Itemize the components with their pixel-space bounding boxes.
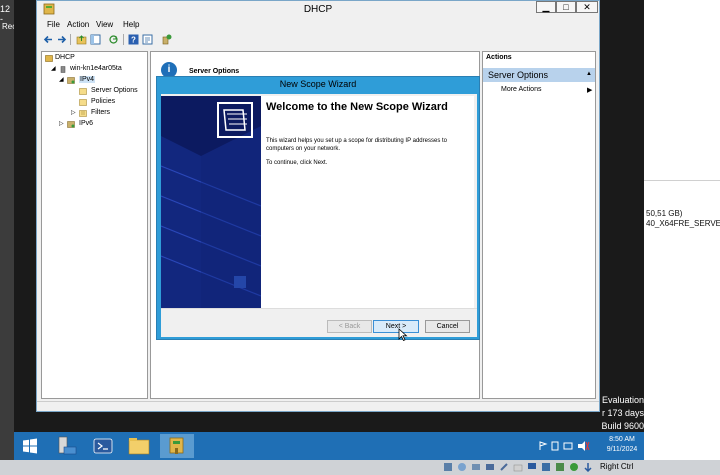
vm-audio-icon[interactable] <box>471 462 481 472</box>
server-options-heading: Server Options <box>189 68 240 75</box>
server-options-icon <box>79 88 87 95</box>
menu-view[interactable]: View <box>96 20 113 29</box>
window-titlebar[interactable]: DHCP ▁ □ ✕ <box>37 1 599 18</box>
up-folder-icon[interactable] <box>76 34 87 45</box>
folder-icon <box>128 438 150 455</box>
collapse-up-icon[interactable]: ▲ <box>586 71 592 77</box>
tree-item-server[interactable]: win-kn1e4ar05ta <box>70 65 122 72</box>
host-key-label: Right Ctrl <box>600 462 634 471</box>
wizard-body: Welcome to the New Scope Wizard This wiz… <box>161 94 477 341</box>
mouse-cursor-icon <box>398 328 408 341</box>
clock-date[interactable]: 9/11/2024 <box>602 446 642 453</box>
wizard-banner <box>161 96 261 308</box>
more-actions-item[interactable]: More Actions <box>501 86 541 93</box>
vm-recording-icon[interactable] <box>541 462 551 472</box>
vm-cpu-icon[interactable] <box>555 462 565 472</box>
taskbar-powershell[interactable] <box>86 434 120 458</box>
taskbar-dhcp[interactable] <box>160 434 194 458</box>
host-right-panel: 50,51 GB) 40_X64FRE_SERVER_ <box>644 0 720 460</box>
taskbar-server-manager[interactable] <box>50 434 84 458</box>
menu-help[interactable]: Help <box>123 20 139 29</box>
vm-guest-additions-icon[interactable] <box>569 462 579 472</box>
actions-header: Actions <box>486 54 512 61</box>
wizard-content: Welcome to the New Scope Wizard This wiz… <box>261 96 474 308</box>
window-title: DHCP <box>303 4 333 15</box>
tree-item-server-options[interactable]: Server Options <box>91 87 138 94</box>
actions-section-label: Server Options <box>488 70 549 80</box>
status-bar <box>37 401 599 411</box>
toolbar: ? <box>37 33 599 47</box>
wizard-continue-text: To continue, click Next. <box>266 160 328 166</box>
forward-arrow-icon[interactable] <box>56 34 67 45</box>
add-server-icon[interactable] <box>161 34 172 45</box>
evaluation-line-3: Build 9600 <box>601 421 644 431</box>
tree-item-dhcp[interactable]: DHCP <box>55 54 75 61</box>
dhcp-taskbar-icon <box>169 437 184 454</box>
vm-disk-icon[interactable] <box>443 462 453 472</box>
vm-display-icon[interactable] <box>527 462 537 472</box>
actions-pane: Actions Server Options ▲ More Actions ▶ <box>482 51 596 399</box>
wizard-banner-graphic <box>161 96 261 308</box>
toolbar-divider <box>123 34 124 45</box>
taskbar-file-explorer[interactable] <box>122 434 156 458</box>
disk-size-text: 50,51 GB) <box>646 209 683 218</box>
filters-icon <box>79 110 87 117</box>
toolbar-divider <box>70 34 71 45</box>
expand-arrow-icon[interactable]: ▷ <box>59 120 64 127</box>
menu-file[interactable]: File <box>47 20 60 29</box>
vm-shared-folder-icon[interactable] <box>513 462 523 472</box>
ipv4-icon <box>67 77 75 84</box>
tree-item-ipv4[interactable]: IPv4 <box>79 76 96 83</box>
taskbar: 8:50 AM 9/11/2024 <box>14 432 644 460</box>
tree-item-filters[interactable]: Filters <box>91 109 110 116</box>
console-tree: DHCP ◢ win-kn1e4ar05ta ◢ IPv4 Server Opt… <box>41 51 148 399</box>
back-arrow-icon[interactable] <box>43 34 54 45</box>
maximize-button[interactable]: □ <box>556 1 576 13</box>
svg-text:?: ? <box>131 36 136 45</box>
help-icon[interactable]: ? <box>128 34 139 45</box>
new-scope-wizard-dialog: New Scope Wizard Welcome to the New Scop… <box>156 76 480 341</box>
vm-usb-icon[interactable] <box>499 462 509 472</box>
vm-network-icon[interactable] <box>485 462 495 472</box>
minimize-button[interactable]: ▁ <box>536 1 556 13</box>
clock-time[interactable]: 8:50 AM <box>604 436 640 443</box>
divider <box>644 180 720 181</box>
vm-mouse-integration-icon[interactable] <box>583 462 593 472</box>
expand-arrow-icon[interactable]: ▷ <box>71 109 76 116</box>
system-tray-icons[interactable] <box>538 440 590 452</box>
menu-bar: File Action View Help <box>37 19 599 31</box>
submenu-arrow-icon: ▶ <box>587 87 593 94</box>
vm-host-status-bar: Right Ctrl <box>0 460 720 475</box>
server-icon <box>60 66 66 73</box>
tree-item-ipv6[interactable]: IPv6 <box>79 120 93 127</box>
disk-name-text: 40_X64FRE_SERVER_ <box>646 219 720 228</box>
windows-start-icon[interactable] <box>22 438 38 454</box>
wizard-description: This wizard helps you set up a scope for… <box>266 138 447 152</box>
host-left-strip: 12 - Recy <box>0 0 20 475</box>
properties-icon[interactable] <box>142 34 153 45</box>
server-manager-icon <box>58 436 77 455</box>
close-button[interactable]: ✕ <box>576 1 598 13</box>
collapse-arrow-icon[interactable]: ◢ <box>59 76 64 83</box>
host-frame: 12 - Recy 50,51 GB) 40_X64FRE_SERVER_ Ev… <box>0 0 720 475</box>
wizard-title: New Scope Wizard <box>279 79 357 89</box>
host-left-label: 12 - <box>0 4 11 24</box>
wizard-button-bar: < Back Next > Cancel <box>161 308 477 341</box>
powershell-icon <box>93 438 113 454</box>
actions-section-server-options[interactable]: Server Options ▲ <box>483 68 595 82</box>
refresh-icon[interactable] <box>108 34 119 45</box>
policies-icon <box>79 99 87 106</box>
dhcp-root-icon <box>45 55 53 62</box>
collapse-arrow-icon[interactable]: ◢ <box>51 65 56 72</box>
vm-optical-icon[interactable] <box>457 462 467 472</box>
back-button[interactable]: < Back <box>327 320 372 333</box>
tree-item-policies[interactable]: Policies <box>91 98 115 105</box>
cancel-button[interactable]: Cancel <box>425 320 470 333</box>
wizard-heading: Welcome to the New Scope Wizard <box>266 101 448 113</box>
next-button[interactable]: Next > <box>373 320 419 333</box>
ipv6-icon <box>67 121 75 128</box>
show-hide-tree-icon[interactable] <box>90 34 101 45</box>
menu-action[interactable]: Action <box>67 20 89 29</box>
